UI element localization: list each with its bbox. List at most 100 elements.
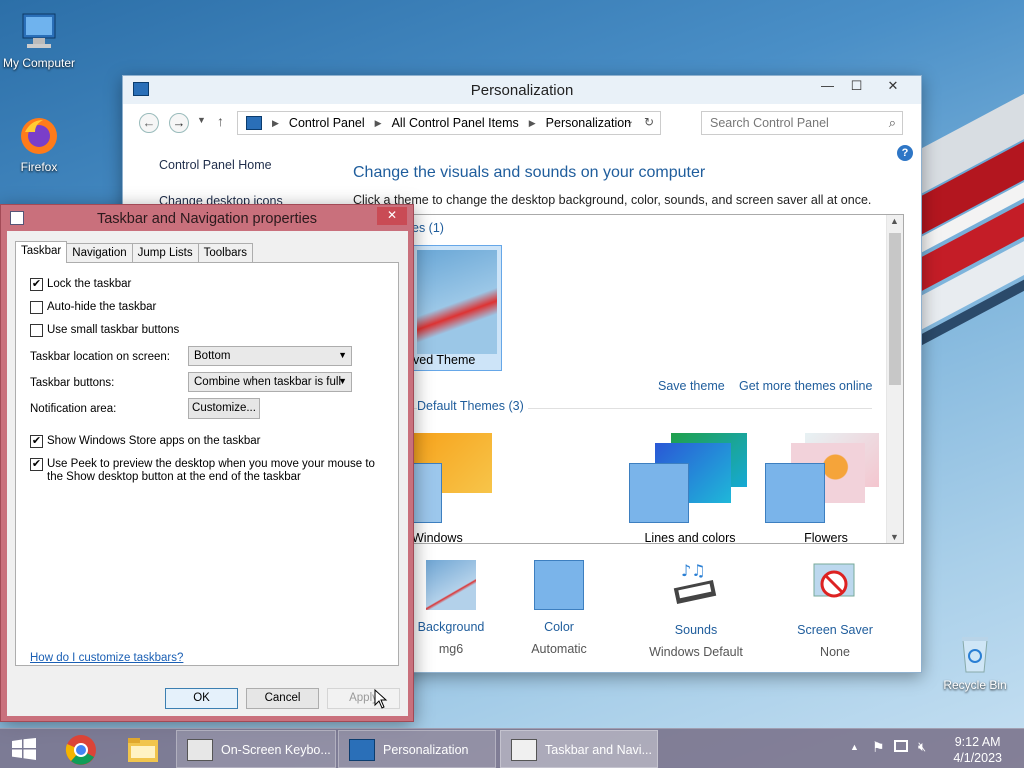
address-bar[interactable]: ▶ Control Panel ▶ All Control Panel Item…	[237, 111, 661, 135]
color-item[interactable]: Color Automatic	[499, 560, 619, 656]
help-link[interactable]: How do I customize taskbars?	[30, 652, 183, 664]
scroll-down-icon[interactable]: ▼	[890, 532, 899, 542]
theme-unsaved[interactable]: ved Theme	[412, 245, 502, 371]
color-label: Color	[544, 620, 574, 634]
desktop-icon-label: Recycle Bin	[943, 678, 1007, 692]
recent-pages-chevron-icon[interactable]: ▼	[197, 115, 206, 125]
checkbox-checked[interactable]: ✔	[30, 435, 43, 448]
tab-jump-lists[interactable]: Jump Lists	[131, 243, 199, 263]
taskbar-taskbar-properties[interactable]: Taskbar and Navi...	[500, 730, 658, 768]
taskbar-item-label: Personalization	[383, 743, 469, 757]
theme-flowers-label: Flowers	[804, 531, 848, 544]
theme-lines-color	[629, 463, 689, 523]
desktop-icon-recycle-bin[interactable]: Recycle Bin	[936, 632, 1014, 692]
link-control-panel-home[interactable]: Control Panel Home	[159, 158, 283, 172]
checkbox-checked[interactable]: ✔	[30, 458, 43, 471]
keyboard-icon	[187, 739, 213, 761]
store-apps-checkbox[interactable]: ✔ Show Windows Store apps on the taskbar	[30, 435, 261, 448]
auto-hide-checkbox[interactable]: Auto-hide the taskbar	[30, 301, 156, 314]
theme-flowers-color	[765, 463, 825, 523]
color-swatch-icon	[534, 560, 584, 610]
screen-saver-item[interactable]: Screen Saver None	[775, 560, 895, 659]
desktop-icon-my-computer[interactable]: My Computer	[0, 10, 78, 70]
screen-saver-value: None	[820, 645, 850, 659]
theme-settings-bar: Background mg6 Color Automatic ♪♫ Sounds…	[411, 560, 881, 659]
maximize-button[interactable]: ☐	[842, 76, 871, 98]
clock[interactable]: 9:12 AM 4/1/2023	[953, 734, 1002, 766]
navigation-bar: ← → ▼ ↑ ▶ Control Panel ▶ All Control Pa…	[133, 110, 913, 136]
show-hidden-icons-chevron-icon[interactable]: ▲	[850, 742, 859, 752]
taskbar-item-label: Taskbar and Navi...	[545, 743, 652, 757]
search-placeholder: Search Control Panel	[710, 116, 829, 130]
close-button[interactable]: ✕	[871, 76, 915, 98]
scrollbar-thumb[interactable]	[889, 233, 901, 385]
location-select[interactable]: Bottom ▼	[188, 346, 352, 366]
dialog-close-button[interactable]: ✕	[377, 207, 407, 225]
small-buttons-checkbox[interactable]: Use small taskbar buttons	[30, 324, 179, 337]
checkbox-checked[interactable]: ✔	[30, 278, 43, 291]
theme-windows-label: Windows	[412, 531, 463, 544]
theme-unsaved-label: ved Theme	[413, 353, 476, 367]
lock-taskbar-checkbox[interactable]: ✔ Lock the taskbar	[30, 278, 131, 291]
control-panel-icon	[349, 739, 375, 761]
taskbar-personalization[interactable]: Personalization	[338, 730, 496, 768]
taskbar: On-Screen Keybo... Personalization Taskb…	[0, 728, 1024, 768]
desktop-icon-firefox[interactable]: Firefox	[0, 114, 78, 174]
scroll-up-icon[interactable]: ▲	[890, 216, 899, 226]
minimize-button[interactable]: —	[813, 76, 842, 98]
taskbar-on-screen-keyboard[interactable]: On-Screen Keybo...	[176, 730, 336, 768]
help-icon[interactable]: ?	[897, 145, 913, 161]
breadcrumb-all-items[interactable]: All Control Panel Items	[392, 116, 519, 130]
theme-lines-and-colors[interactable]: Lines and colors	[625, 433, 755, 543]
theme-list[interactable]: es (1) ved Theme Save theme Get more the…	[411, 214, 904, 544]
location-value: Bottom	[194, 350, 231, 362]
taskbar-buttons-label: Taskbar buttons:	[30, 377, 115, 389]
recycle-bin-icon	[962, 637, 988, 673]
breadcrumb-control-panel[interactable]: Control Panel	[289, 116, 365, 130]
cancel-button[interactable]: Cancel	[246, 688, 319, 709]
title-bar[interactable]: Personalization — ☐ ✕	[123, 76, 921, 104]
ok-button[interactable]: OK	[165, 688, 238, 709]
taskbar-tab-pane: ✔ Lock the taskbar Auto-hide the taskbar…	[15, 262, 399, 666]
apply-button[interactable]: Apply	[327, 688, 400, 709]
action-center-flag-icon[interactable]: ⚑	[872, 739, 885, 756]
checkbox-unchecked[interactable]	[30, 301, 43, 314]
peek-checkbox[interactable]: ✔ Use Peek to preview the desktop when y…	[30, 458, 386, 484]
back-button[interactable]: ←	[139, 113, 159, 133]
customize-button[interactable]: Customize...	[188, 398, 260, 419]
dialog-title-bar[interactable]: Taskbar and Navigation properties ✕	[1, 205, 413, 231]
save-theme-link[interactable]: Save theme	[658, 379, 725, 393]
start-button[interactable]	[0, 730, 48, 768]
get-more-themes-link[interactable]: Get more themes online	[739, 379, 872, 393]
desktop-icon-label: Firefox	[20, 160, 58, 174]
my-themes-label: es (1)	[412, 221, 444, 235]
tab-taskbar[interactable]: Taskbar	[15, 241, 68, 263]
theme-list-scrollbar[interactable]: ▲ ▼	[886, 215, 903, 543]
checkbox-label: Use small taskbar buttons	[47, 324, 180, 336]
page-subheading: Click a theme to change the desktop back…	[353, 193, 872, 207]
refresh-icon[interactable]: ↻	[644, 115, 654, 129]
computer-icon	[22, 13, 56, 48]
up-button[interactable]: ↑	[217, 113, 224, 129]
taskbar-chrome[interactable]	[56, 730, 108, 768]
page-heading: Change the visuals and sounds on your co…	[353, 164, 706, 181]
volume-muted-icon[interactable]: 🔇︎	[918, 739, 926, 755]
tab-navigation[interactable]: Navigation	[66, 243, 133, 263]
default-themes-label: Default Themes (3)	[417, 399, 528, 413]
breadcrumb-personalization[interactable]: Personalization	[546, 116, 631, 130]
chevron-down-icon: ▼	[338, 350, 347, 360]
sounds-value: Windows Default	[649, 645, 743, 659]
sounds-item[interactable]: ♪♫ Sounds Windows Default	[636, 560, 756, 659]
forward-button[interactable]: →	[169, 113, 189, 133]
taskbar-file-explorer[interactable]	[116, 730, 170, 768]
theme-flowers[interactable]: Flowers	[761, 433, 891, 544]
address-dropdown-icon[interactable]: ⌄	[626, 116, 634, 127]
network-icon[interactable]	[894, 740, 908, 752]
checkbox-unchecked[interactable]	[30, 324, 43, 337]
taskbar-item-label: On-Screen Keybo...	[221, 743, 331, 757]
taskbar-buttons-select[interactable]: Combine when taskbar is full ▼	[188, 372, 352, 392]
window-title: Personalization	[470, 82, 574, 99]
theme-windows[interactable]: Windows	[412, 433, 502, 544]
tab-toolbars[interactable]: Toolbars	[197, 243, 254, 263]
search-input[interactable]: Search Control Panel ⌕	[701, 111, 903, 135]
